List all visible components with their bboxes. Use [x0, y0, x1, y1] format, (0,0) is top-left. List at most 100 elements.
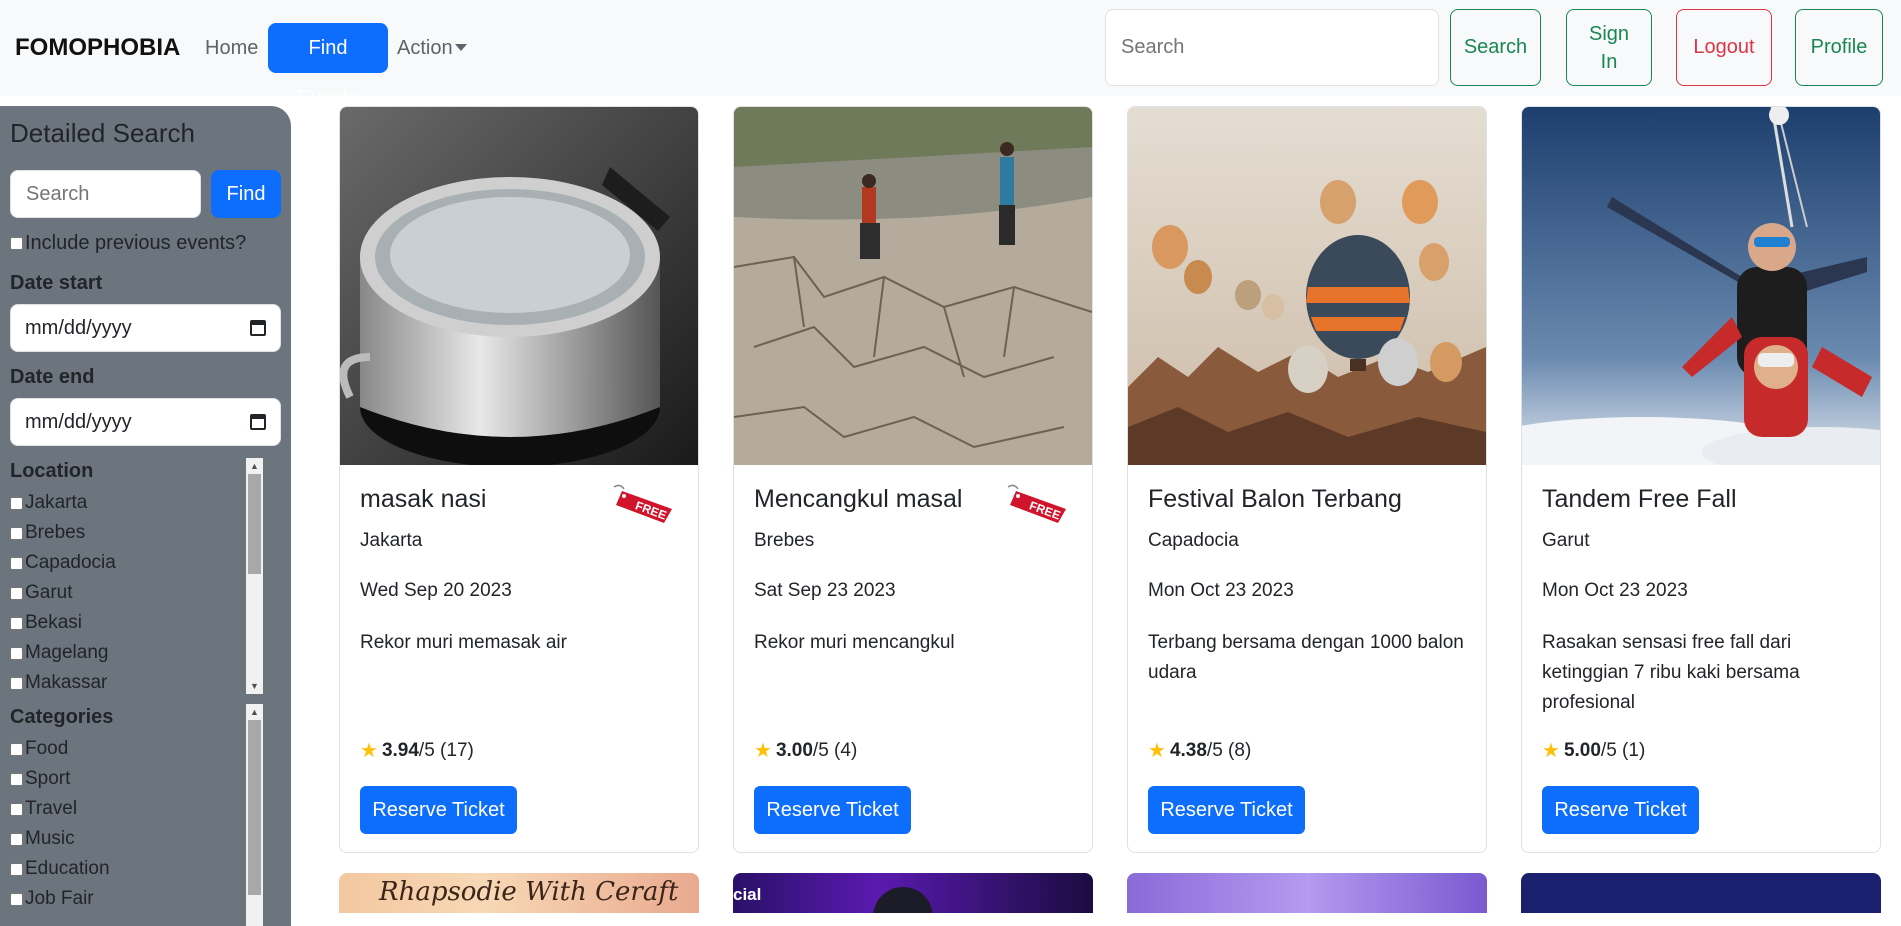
- location-checkbox[interactable]: [10, 526, 23, 540]
- nav-home[interactable]: Home: [196, 23, 267, 73]
- nav-action-label: Action: [397, 37, 453, 59]
- category-item[interactable]: Food: [10, 734, 264, 764]
- event-image-boiling-pot: [340, 107, 698, 465]
- event-date: Mon Oct 23 2023: [1148, 580, 1294, 601]
- event-card-peek: [1521, 873, 1881, 913]
- include-previous-row: Include previous events?: [10, 232, 246, 255]
- nav-action-dropdown[interactable]: Action: [388, 23, 476, 73]
- caret-down-icon: [454, 43, 467, 51]
- category-item[interactable]: Education: [10, 854, 264, 884]
- location-item[interactable]: Brebes: [10, 518, 264, 548]
- star-icon: ★: [1148, 740, 1166, 762]
- location-item[interactable]: Garut: [10, 578, 264, 608]
- location-checkbox[interactable]: [10, 556, 23, 570]
- event-title: masak nasi: [360, 485, 487, 513]
- categories-list: Categories Food Sport Travel Music Educa…: [10, 704, 264, 926]
- rating-value: 3.94: [381, 739, 419, 761]
- location-scrollbar[interactable]: ▲ ▼: [246, 458, 263, 694]
- category-checkbox[interactable]: [10, 802, 23, 816]
- location-label: Location: [10, 460, 94, 482]
- profile-button[interactable]: Profile: [1795, 9, 1883, 86]
- location-checkbox[interactable]: [10, 586, 23, 600]
- date-end-value: mm/dd/yyyy: [25, 410, 132, 433]
- rating-suffix: /5 (1): [1600, 739, 1646, 761]
- peek-card-text: cial: [733, 885, 762, 904]
- detailed-search-sidebar: Detailed Search Find Include previous ev…: [0, 106, 291, 926]
- event-location: Brebes: [754, 530, 815, 551]
- event-card-peek: Rhapsodie With Ceraft: [339, 873, 699, 913]
- reserve-ticket-button[interactable]: Reserve Ticket: [1148, 786, 1305, 834]
- calendar-icon[interactable]: [250, 320, 266, 336]
- star-icon: ★: [1542, 740, 1560, 762]
- date-start-value: mm/dd/yyyy: [25, 316, 132, 339]
- brand-logo[interactable]: FOMOPHOBIA: [15, 34, 180, 62]
- event-title: Mencangkul masal: [754, 485, 963, 513]
- star-icon: ★: [754, 740, 772, 762]
- date-start-input[interactable]: mm/dd/yyyy: [10, 304, 281, 352]
- scroll-down-icon[interactable]: ▼: [246, 678, 263, 694]
- event-title: Tandem Free Fall: [1542, 485, 1737, 513]
- category-item[interactable]: Sport: [10, 764, 264, 794]
- calendar-icon[interactable]: [250, 414, 266, 430]
- free-tag-label: FREE: [633, 498, 668, 522]
- event-location: Jakarta: [360, 530, 423, 551]
- location-checkbox[interactable]: [10, 646, 23, 660]
- reserve-ticket-button[interactable]: Reserve Ticket: [1542, 786, 1699, 834]
- location-item[interactable]: Jakarta: [10, 488, 264, 518]
- category-checkbox[interactable]: [10, 772, 23, 786]
- category-item[interactable]: Job Fair: [10, 884, 264, 914]
- rating-value: 3.00: [775, 739, 813, 761]
- location-item[interactable]: Capadocia: [10, 548, 264, 578]
- rating-suffix: /5 (8): [1206, 739, 1252, 761]
- category-item[interactable]: Music: [10, 824, 264, 854]
- find-button[interactable]: Find: [211, 170, 281, 218]
- event-date: Mon Oct 23 2023: [1542, 580, 1688, 601]
- navbar-search-input[interactable]: [1105, 9, 1439, 86]
- free-tag-icon: FREE: [613, 484, 672, 523]
- event-location: Garut: [1542, 530, 1590, 551]
- location-checkbox[interactable]: [10, 616, 23, 630]
- category-checkbox[interactable]: [10, 832, 23, 846]
- event-rating: ★ 5.00/5 (1): [1542, 738, 1645, 763]
- date-end-input[interactable]: mm/dd/yyyy: [10, 398, 281, 446]
- free-tag-label: FREE: [1027, 498, 1062, 522]
- event-card-peek: [1127, 873, 1487, 913]
- event-location: Capadocia: [1148, 530, 1239, 551]
- reserve-ticket-button[interactable]: Reserve Ticket: [360, 786, 517, 834]
- event-card-peek: cial: [733, 873, 1093, 913]
- location-item[interactable]: Magelang: [10, 638, 264, 668]
- location-checkbox[interactable]: [10, 496, 23, 510]
- logout-button[interactable]: Logout: [1676, 9, 1772, 86]
- category-checkbox[interactable]: [10, 862, 23, 876]
- rating-value: 4.38: [1169, 739, 1207, 761]
- include-previous-label: Include previous events?: [25, 232, 247, 254]
- event-rating: ★ 3.00/5 (4): [754, 738, 857, 763]
- event-description: Terbang bersama dengan 1000 balon udara: [1148, 632, 1464, 683]
- navbar-search-button[interactable]: Search: [1450, 9, 1541, 86]
- rating-suffix: /5 (17): [418, 739, 474, 761]
- event-card: Tandem Free Fall Garut Mon Oct 23 2023 R…: [1521, 106, 1881, 853]
- location-item[interactable]: Bekasi: [10, 608, 264, 638]
- scroll-thumb[interactable]: [248, 474, 261, 574]
- scroll-up-icon[interactable]: ▲: [246, 458, 263, 474]
- peek-card-text: Rhapsodie With Ceraft: [379, 877, 679, 907]
- event-card: masak nasi FREE Jakarta Wed Sep 20 2023 …: [339, 106, 699, 853]
- event-rating: ★ 3.94/5 (17): [360, 738, 474, 763]
- location-checkbox[interactable]: [10, 676, 23, 690]
- rating-suffix: /5 (4): [812, 739, 858, 761]
- category-checkbox[interactable]: [10, 742, 23, 756]
- location-item[interactable]: Makassar: [10, 668, 264, 694]
- reserve-ticket-button[interactable]: Reserve Ticket: [754, 786, 911, 834]
- category-item[interactable]: Travel: [10, 794, 264, 824]
- sidebar-title: Detailed Search: [10, 118, 195, 148]
- category-checkbox[interactable]: [10, 892, 23, 906]
- scroll-thumb[interactable]: [248, 720, 261, 895]
- event-title: Festival Balon Terbang: [1148, 485, 1402, 513]
- date-end-label: Date end: [10, 366, 95, 388]
- include-previous-checkbox[interactable]: [10, 237, 23, 250]
- sidebar-search-input[interactable]: [10, 170, 201, 218]
- sign-in-button[interactable]: Sign In: [1566, 9, 1652, 86]
- categories-scrollbar[interactable]: ▲: [246, 704, 263, 926]
- scroll-up-icon[interactable]: ▲: [246, 704, 263, 720]
- nav-find-events[interactable]: Find Events: [268, 23, 388, 109]
